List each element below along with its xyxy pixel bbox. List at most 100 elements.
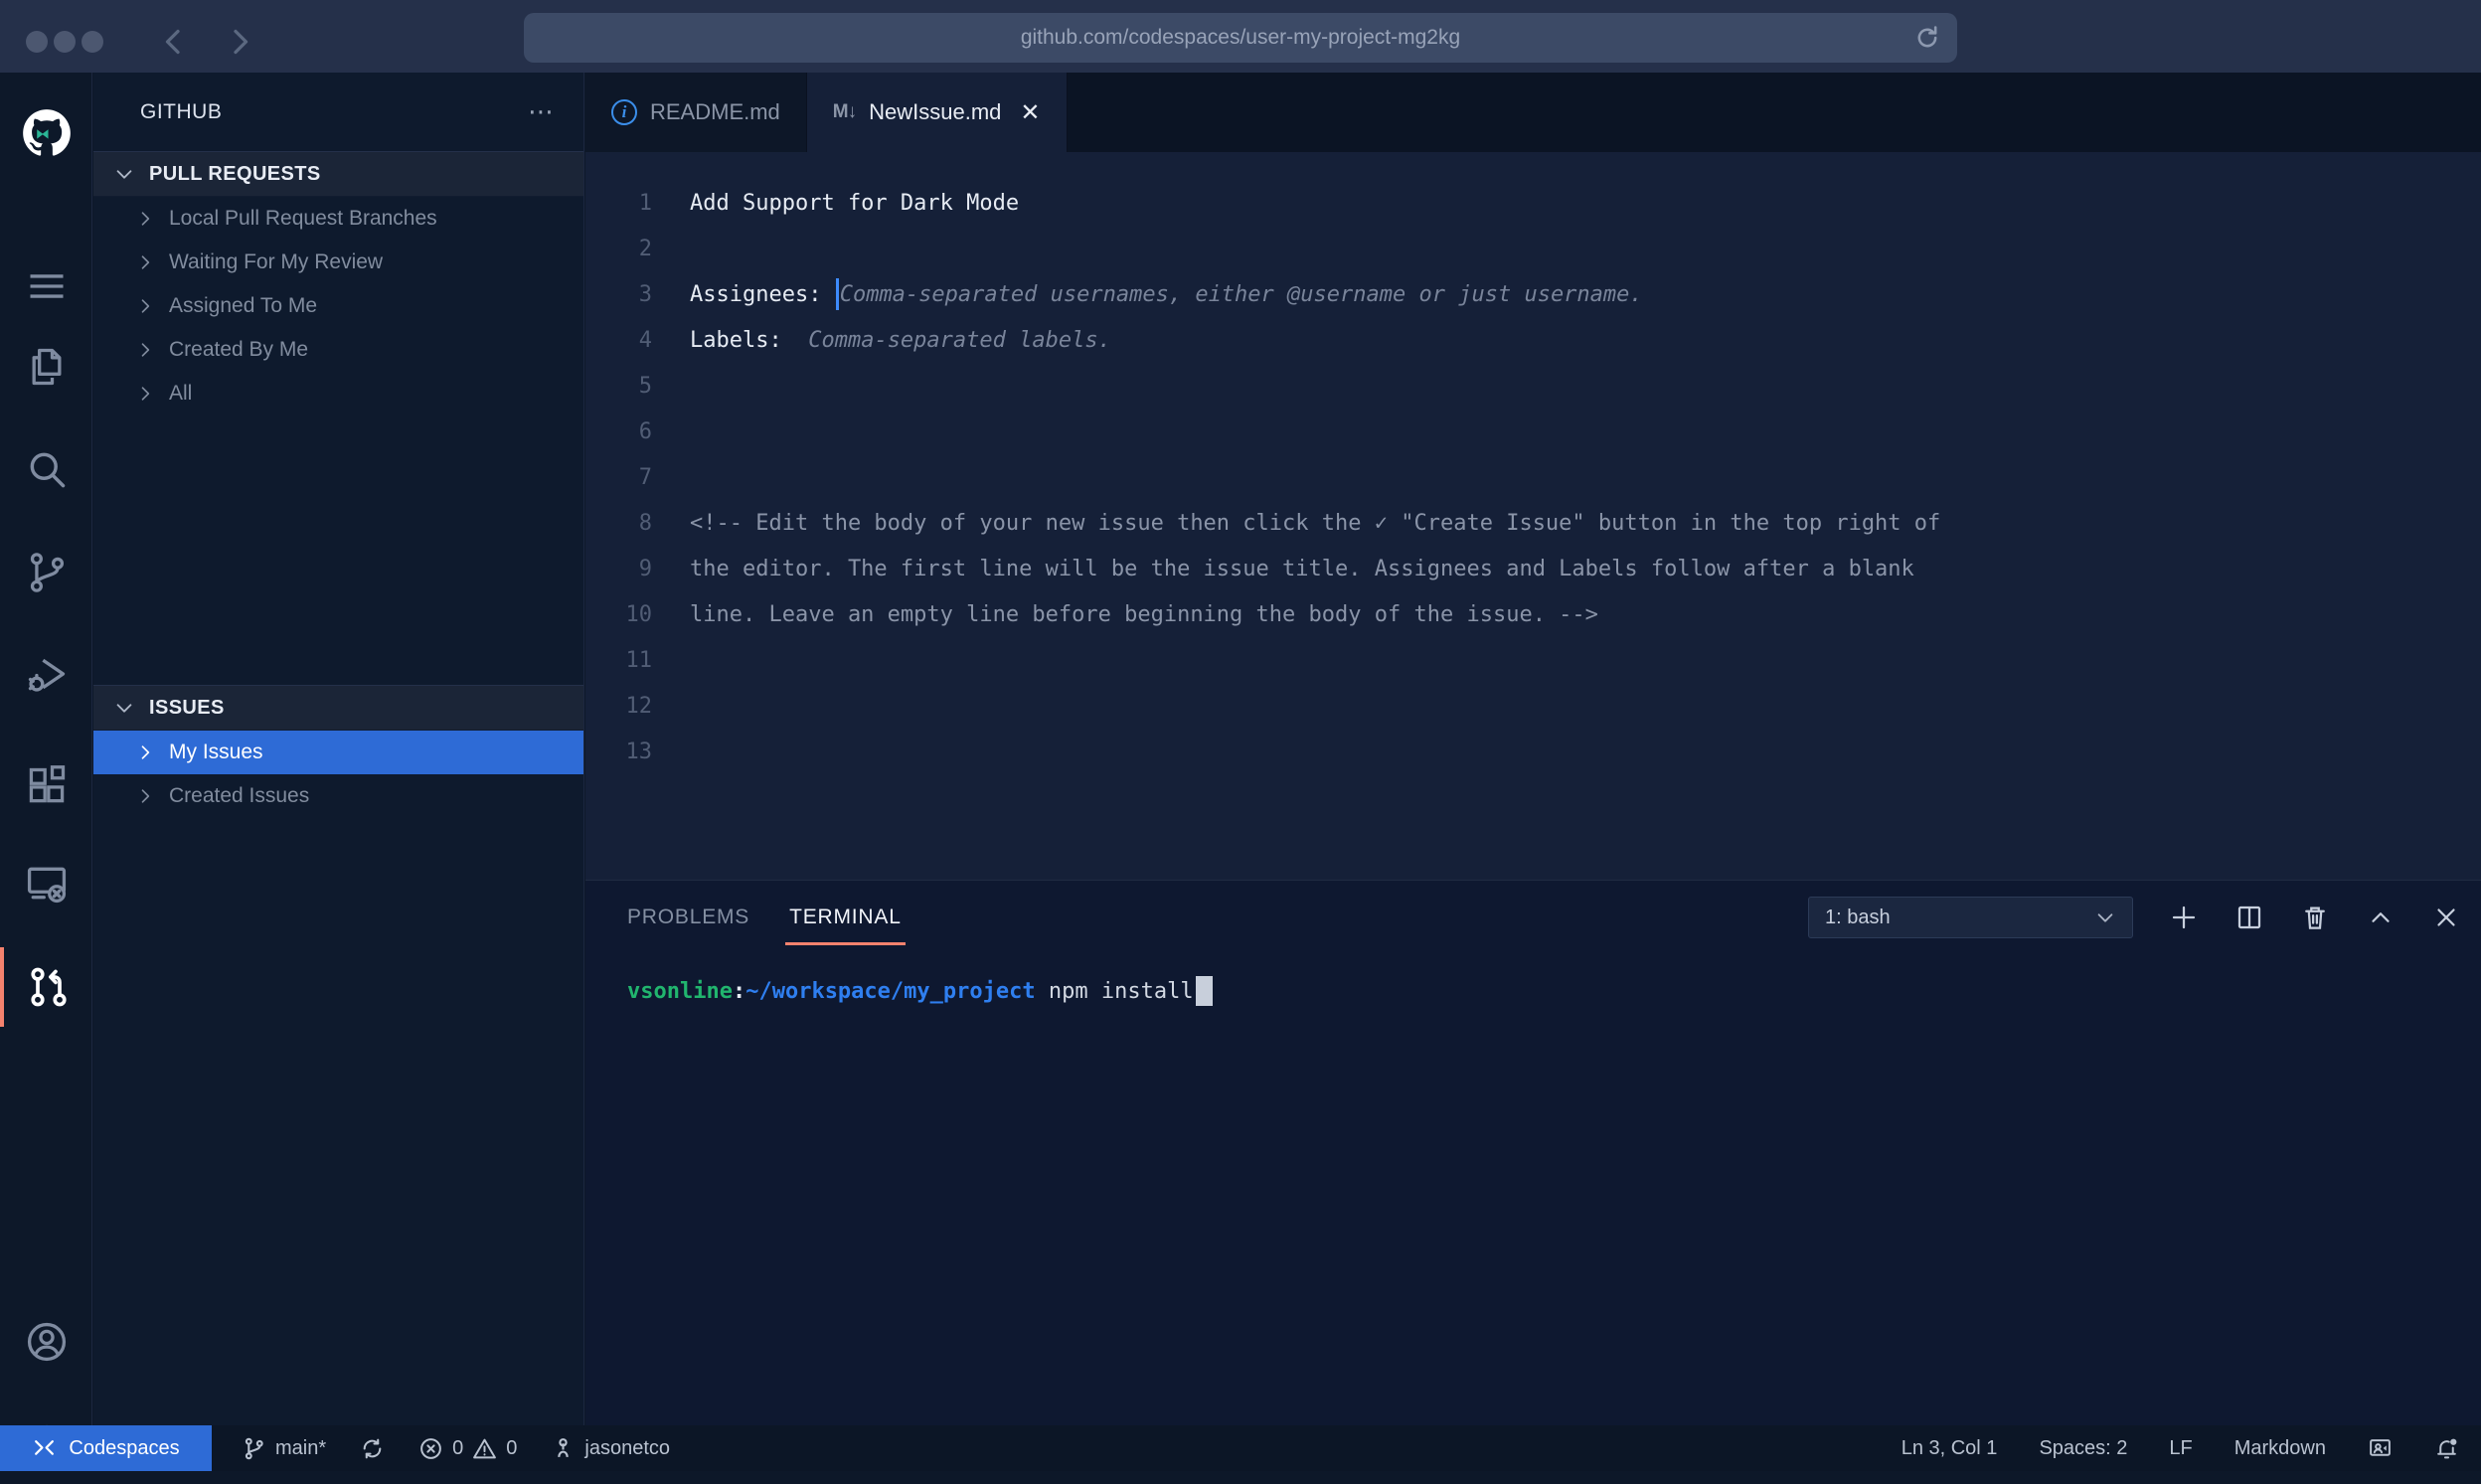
line-number: 5 (585, 374, 652, 399)
user-status[interactable]: jasonetco (551, 1436, 670, 1461)
person-icon (551, 1436, 576, 1461)
tab-newissue[interactable]: M↓ NewIssue.md ✕ (807, 73, 1068, 152)
new-terminal-icon[interactable] (2169, 903, 2199, 932)
tree-item-waiting-for-my-review[interactable]: Waiting For My Review (93, 241, 583, 284)
problems-status[interactable]: 0 0 (418, 1436, 517, 1461)
files-icon (25, 345, 69, 389)
tree-item-created-by-me[interactable]: Created By Me (93, 328, 583, 372)
section-issues[interactable]: ISSUES (93, 685, 583, 731)
tab-label: NewIssue.md (869, 99, 1001, 125)
close-tab-icon[interactable]: ✕ (1020, 98, 1040, 127)
notifications-bell-icon[interactable] (2434, 1436, 2459, 1461)
chevron-down-icon (113, 163, 135, 185)
labels-label: Labels: (690, 328, 808, 353)
sync-status[interactable] (360, 1436, 385, 1461)
indentation-status[interactable]: Spaces: 2 (2039, 1437, 2127, 1460)
tree-item-label: Created Issues (169, 784, 309, 808)
terminal[interactable]: vsonline : ~/workspace/my_project npm in… (627, 976, 1213, 1006)
editor-line: 8 <!-- Edit the body of your new issue t… (585, 500, 2481, 546)
tree-item-local-pull-request-branches[interactable]: Local Pull Request Branches (93, 197, 583, 241)
source-control-button[interactable] (0, 533, 92, 612)
menu-button[interactable] (0, 247, 92, 326)
editor-line: 9 the editor. The first line will be the… (585, 546, 2481, 591)
run-debug-button[interactable] (0, 634, 92, 714)
tree-item-label: Local Pull Request Branches (169, 207, 437, 231)
eol-status[interactable]: LF (2169, 1437, 2192, 1460)
search-button[interactable] (0, 430, 92, 510)
editor-line: 6 (585, 409, 2481, 454)
window-minimize-button[interactable] (54, 31, 76, 53)
comment-line: <!-- Edit the body of your new issue the… (652, 511, 1940, 536)
labels-placeholder: Comma-separated labels. (808, 328, 1111, 353)
text-cursor (836, 278, 839, 310)
window-maximize-button[interactable] (82, 31, 103, 53)
branch-label: main* (275, 1437, 326, 1460)
sidebar-more-actions-icon[interactable]: ⋯ (528, 96, 556, 127)
source-control-icon (25, 551, 69, 594)
tree-item-assigned-to-me[interactable]: Assigned To Me (93, 284, 583, 328)
tree-item-created-issues[interactable]: Created Issues (93, 774, 583, 818)
error-count: 0 (452, 1437, 463, 1460)
editor-line: 1 Add Support for Dark Mode (585, 180, 2481, 226)
line-number: 7 (585, 465, 652, 490)
editor-line: 11 (585, 637, 2481, 683)
forward-icon[interactable] (221, 24, 256, 60)
back-icon[interactable] (157, 24, 193, 60)
sidebar-spacer (93, 415, 583, 685)
terminal-command: npm install (1036, 979, 1194, 1004)
github-pull-requests-button[interactable] (0, 947, 92, 1027)
maximize-panel-icon[interactable] (2366, 903, 2396, 932)
editor-line: 4 Labels: Comma-separated labels. (585, 317, 2481, 363)
chevron-right-icon (135, 252, 155, 272)
terminal-shell-select[interactable]: 1: bash (1808, 897, 2133, 938)
tab-readme[interactable]: i README.md (585, 73, 807, 152)
editor-line: 13 (585, 729, 2481, 774)
account-icon (25, 1320, 69, 1364)
kill-terminal-icon[interactable] (2300, 903, 2330, 932)
window-close-button[interactable] (26, 31, 48, 53)
editor-line: 2 (585, 226, 2481, 271)
assignees-placeholder: Comma-separated usernames, either @usern… (840, 282, 1643, 307)
line-number: 12 (585, 694, 652, 719)
extensions-icon (25, 764, 69, 808)
cursor-position-status[interactable]: Ln 3, Col 1 (1902, 1437, 1998, 1460)
tree-item-my-issues[interactable]: My Issues (93, 731, 583, 774)
info-icon: i (611, 99, 637, 125)
line-number: 13 (585, 740, 652, 764)
terminal-user: vsonline (627, 979, 733, 1004)
panel-tab-terminal[interactable]: TERMINAL (789, 906, 902, 929)
terminal-cursor (1196, 976, 1213, 1006)
account-button[interactable] (0, 1302, 92, 1382)
chevron-down-icon (113, 697, 135, 719)
remote-explorer-button[interactable] (0, 844, 92, 923)
explorer-button[interactable] (0, 327, 92, 407)
editor[interactable]: 1 Add Support for Dark Mode 2 3 Assignee… (585, 152, 2481, 880)
feedback-icon[interactable] (2368, 1436, 2393, 1461)
sidebar: GITHUB ⋯ PULL REQUESTS Local Pull Reques… (93, 73, 584, 1425)
editor-group: i README.md M↓ NewIssue.md ✕ 1 Add Suppo… (585, 73, 2481, 1425)
reload-icon[interactable] (1913, 24, 1941, 52)
codespaces-status-button[interactable]: Codespaces (0, 1425, 212, 1471)
tree-item-label: Waiting For My Review (169, 250, 383, 274)
extensions-button[interactable] (0, 746, 92, 826)
sidebar-header: GITHUB ⋯ (93, 73, 583, 151)
tab-bar: i README.md M↓ NewIssue.md ✕ (585, 73, 2481, 152)
hamburger-icon (25, 264, 69, 308)
split-terminal-icon[interactable] (2234, 903, 2264, 932)
url-bar[interactable]: github.com/codespaces/user-my-project-mg… (524, 13, 1957, 63)
line-number: 4 (585, 328, 652, 353)
chevron-right-icon (135, 786, 155, 806)
terminal-path: ~/workspace/my_project (745, 979, 1035, 1004)
editor-line: 5 (585, 363, 2481, 409)
line-number: 2 (585, 237, 652, 261)
comment-line: line. Leave an empty line before beginni… (652, 602, 1598, 627)
branch-status[interactable]: main* (242, 1436, 326, 1461)
tree-item-all[interactable]: All (93, 372, 583, 415)
git-branch-icon (242, 1436, 266, 1461)
sync-icon (360, 1436, 385, 1461)
close-panel-icon[interactable] (2431, 903, 2461, 932)
terminal-separator: : (733, 979, 745, 1004)
section-pull-requests[interactable]: PULL REQUESTS (93, 151, 583, 197)
panel-tab-problems[interactable]: PROBLEMS (627, 906, 749, 929)
language-status[interactable]: Markdown (2234, 1437, 2326, 1460)
